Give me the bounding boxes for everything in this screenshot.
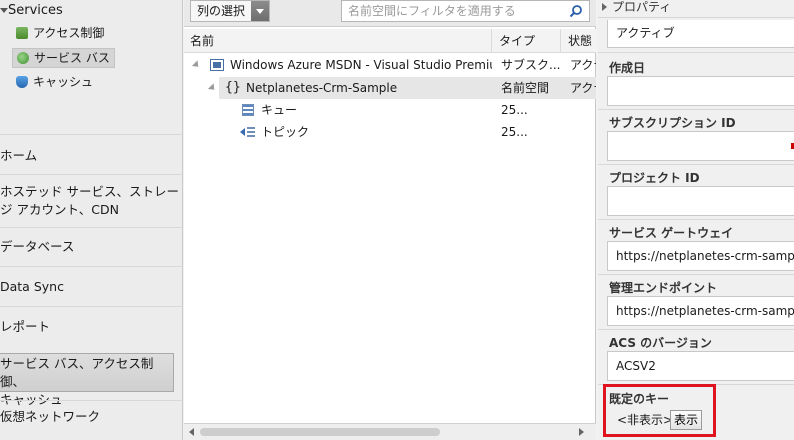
row-name: Windows Azure MSDN - Visual Studio Premi… — [230, 58, 492, 72]
filter-input[interactable] — [342, 1, 562, 21]
nav-item-database[interactable]: データベース — [0, 238, 182, 256]
nav-item-reports[interactable]: レポート — [0, 318, 182, 336]
row-status: アクテ — [570, 81, 596, 95]
service-item-service-bus[interactable]: サービス バス — [12, 48, 115, 68]
column-select-dropdown[interactable]: 列の選択 — [190, 0, 271, 22]
row-name: トピック — [261, 125, 310, 139]
row-type: 名前空間 — [501, 81, 550, 95]
properties-panel: プロパティ アクティブ 作成日 サブスクリプション ID プロジェクト ID サ… — [598, 0, 794, 440]
table-row[interactable]: トピック 25... — [184, 121, 596, 143]
table-row[interactable]: キュー 25... — [184, 99, 596, 121]
table-row[interactable]: {} Netplanetes-Crm-Sample 名前空間 アクテ — [207, 77, 596, 99]
scroll-right-icon[interactable] — [579, 428, 584, 436]
properties-header[interactable]: プロパティ — [598, 0, 794, 18]
show-key-button[interactable]: 表示 — [670, 410, 703, 430]
collapse-caret-icon[interactable] — [602, 3, 607, 11]
grid-toolbar: 列の選択 — [184, 0, 596, 27]
search-icon[interactable] — [569, 4, 583, 18]
nav-item-label: 仮想ネットワーク — [0, 409, 101, 424]
expand-caret-icon[interactable] — [191, 60, 202, 70]
row-type: 25... — [501, 125, 528, 139]
row-name: Netplanetes-Crm-Sample — [246, 81, 398, 95]
subscription-icon — [210, 59, 224, 71]
namespace-grid-panel: 列の選択 名前 タイプ 状態 Windows Azure MSDN - Visu… — [184, 0, 596, 440]
service-item-label: アクセス制御 — [33, 26, 105, 40]
project-id-label: プロジェクト ID — [609, 171, 700, 185]
properties-title: プロパティ — [612, 0, 672, 14]
service-item-label: サービス バス — [34, 51, 110, 65]
grid-header: 名前 タイプ 状態 — [184, 29, 596, 53]
gateway-label: サービス ゲートウェイ — [609, 226, 734, 240]
created-value — [607, 76, 794, 106]
nav-item-home[interactable]: ホーム — [0, 147, 182, 165]
namespace-icon: {} — [225, 80, 241, 95]
row-type: サブスク... — [501, 58, 561, 72]
nav-item-service-bus[interactable]: サービス バス、アクセス制御、 キャッシュ — [0, 353, 174, 407]
nav-item-label-line1: サービス バス、アクセス制御、 — [0, 356, 154, 389]
default-key-hidden-value: <非表示> — [617, 413, 674, 427]
project-id-value — [607, 186, 794, 216]
scrollbar-thumb[interactable] — [200, 428, 440, 436]
column-select-label: 列の選択 — [197, 4, 246, 18]
nav-item-data-sync[interactable]: Data Sync — [0, 278, 182, 296]
status-value: アクティブ — [607, 20, 794, 48]
nav-item-label-line1: ホステッド サービス、ストレー — [0, 184, 179, 199]
chevron-down-icon[interactable] — [251, 1, 270, 21]
queue-icon — [242, 104, 254, 116]
row-status: アクテ — [570, 58, 596, 72]
endpoint-value[interactable]: https://netplanetes-crm-sample — [607, 296, 794, 326]
service-item-access-control[interactable]: アクセス制御 — [12, 23, 108, 43]
cache-icon — [16, 76, 28, 88]
access-control-icon — [16, 27, 28, 39]
acs-version-value: ACSV2 — [607, 351, 794, 381]
services-tree: Services アクセス制御 サービス バス キャッシュ — [0, 0, 182, 105]
service-item-cache[interactable]: キャッシュ — [12, 72, 97, 92]
nav-item-label-line2: ジ アカウント、CDN — [0, 202, 119, 217]
row-name: キュー — [261, 103, 298, 117]
expand-caret-icon[interactable] — [207, 83, 218, 93]
nav-item-hosted-services[interactable]: ホステッド サービス、ストレー ジ アカウント、CDN — [0, 183, 182, 219]
horizontal-scrollbar[interactable] — [184, 423, 596, 440]
collapse-caret-icon[interactable] — [0, 8, 8, 13]
created-label: 作成日 — [609, 61, 646, 75]
gateway-value[interactable]: https://netplanetes-crm-sample — [607, 241, 794, 271]
endpoint-label: 管理エンドポイント — [609, 281, 718, 295]
service-bus-icon — [17, 52, 29, 64]
scroll-left-icon[interactable] — [189, 428, 194, 436]
namespace-filter — [341, 0, 590, 22]
nav-item-label: レポート — [0, 319, 51, 334]
row-type: 25... — [501, 103, 528, 117]
left-navigation: Services アクセス制御 サービス バス キャッシュ ホーム ホステッド … — [0, 0, 183, 440]
column-header-type[interactable]: タイプ — [493, 29, 561, 53]
nav-item-label: ホーム — [0, 148, 38, 163]
nav-item-label: Data Sync — [0, 279, 64, 294]
subscription-id-value — [607, 131, 794, 161]
nav-item-virtual-network[interactable]: 仮想ネットワーク — [0, 408, 182, 426]
subscription-id-label: サブスクリプション ID — [609, 116, 736, 130]
service-item-label: キャッシュ — [33, 75, 94, 89]
acs-version-label: ACS のバージョン — [609, 336, 712, 350]
column-header-status[interactable]: 状態 — [562, 29, 596, 53]
services-title: Services — [8, 3, 63, 18]
table-row[interactable]: Windows Azure MSDN - Visual Studio Premi… — [184, 54, 596, 76]
nav-item-label: データベース — [0, 239, 75, 254]
topic-icon — [240, 127, 255, 137]
column-header-name[interactable]: 名前 — [184, 29, 492, 53]
